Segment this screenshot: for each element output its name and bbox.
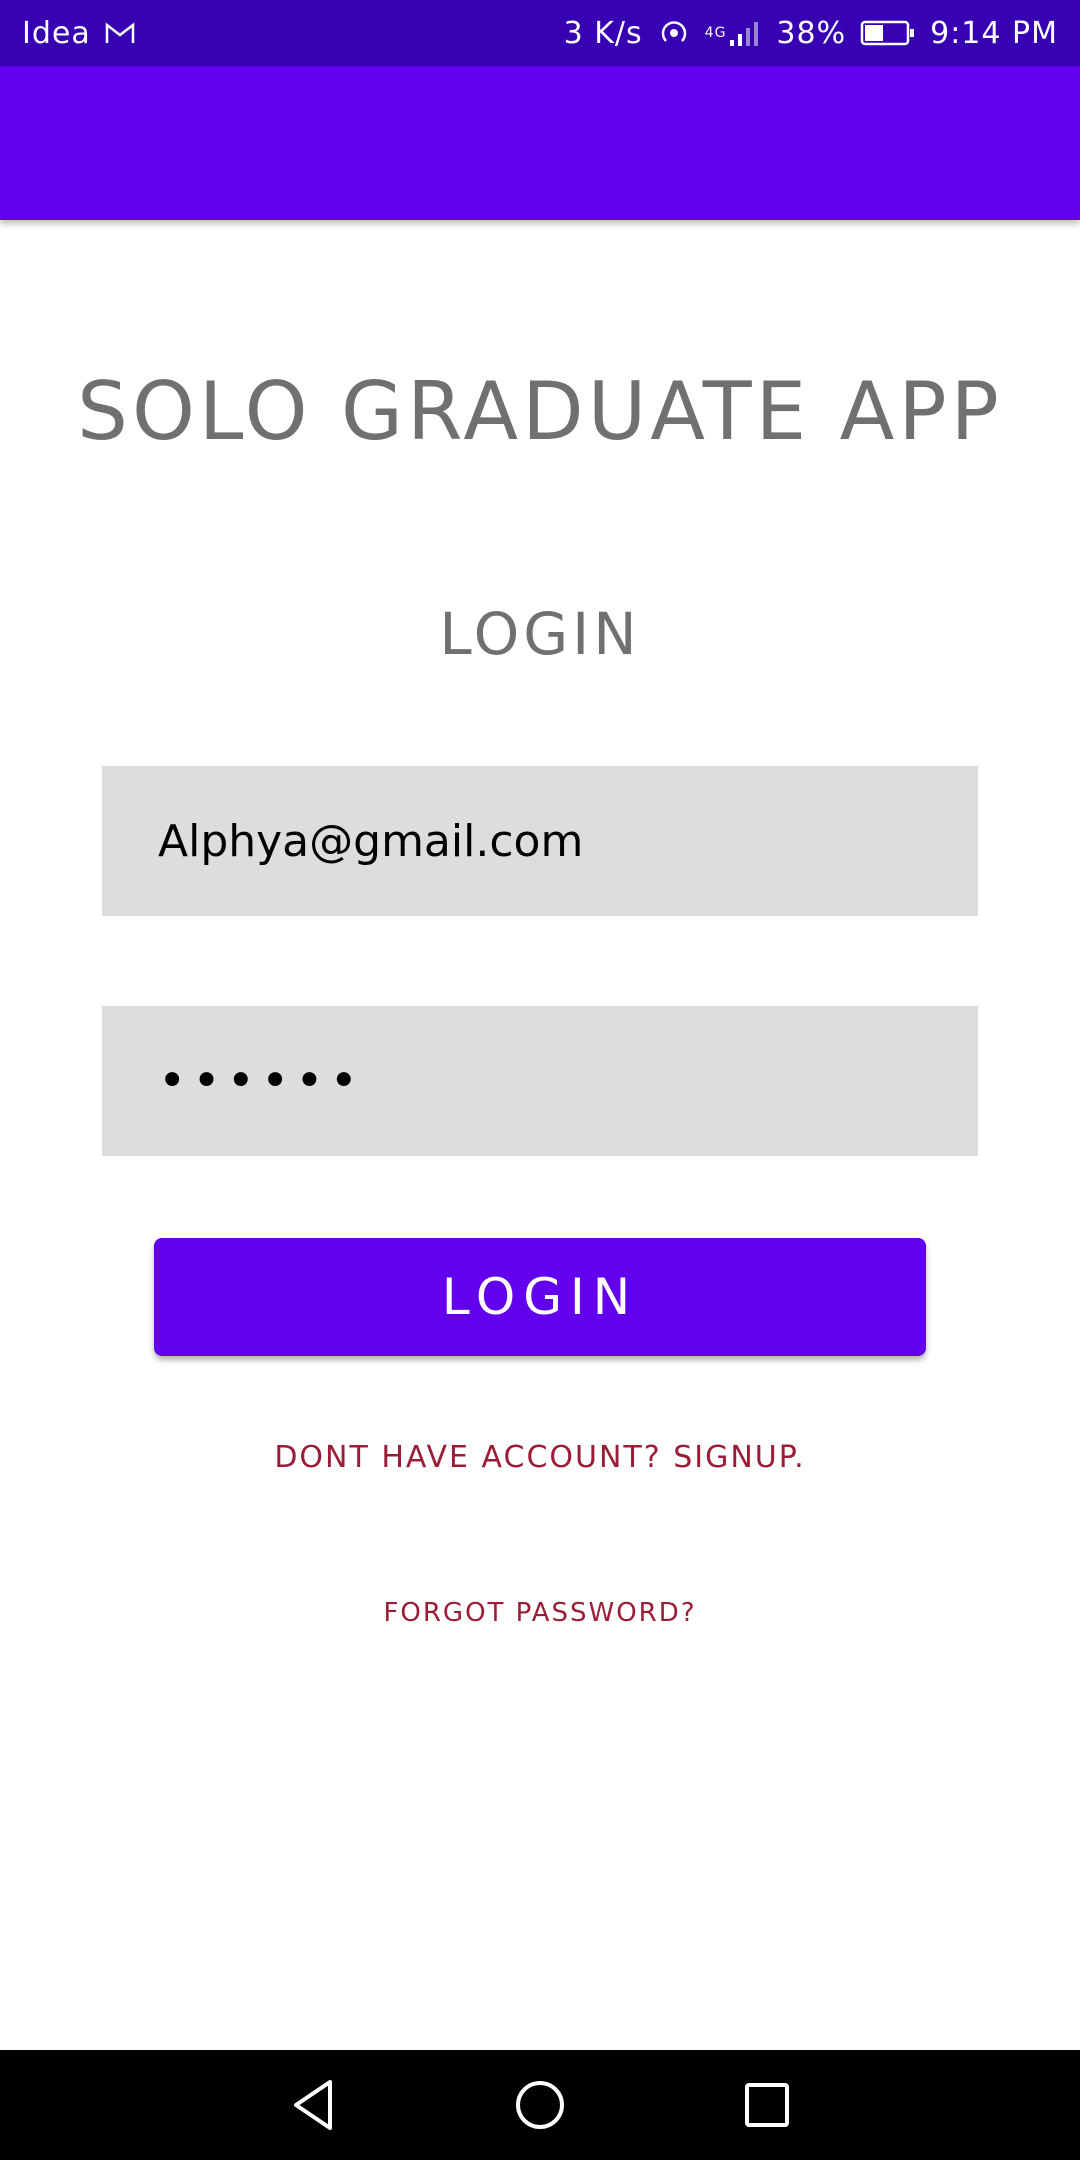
network-type: 4G [704,25,727,41]
password-field[interactable] [102,1006,978,1156]
signal-icon: 4G [705,18,763,48]
battery-icon [860,19,916,47]
carrier-label: Idea [22,15,91,51]
login-heading: LOGIN [439,600,641,668]
forgot-password-link[interactable]: FORGOT PASSWORD? [0,1598,1080,1628]
app-title: SOLO GRADUATE APP [77,365,1003,458]
clock: 9:14 PM [930,15,1058,51]
back-icon[interactable] [273,2065,353,2145]
email-field[interactable] [102,766,978,916]
recents-icon[interactable] [727,2065,807,2145]
battery-percent: 38% [776,15,847,51]
network-speed: 3 K/s [563,15,643,51]
home-icon[interactable] [500,2065,580,2145]
gmail-icon [105,21,135,45]
app-toolbar [0,66,1080,220]
status-right: 3 K/s 4G 38% 9:14 PM [564,16,1058,51]
hotspot-icon [657,18,691,48]
navigation-bar [0,2050,1080,2160]
signup-link[interactable]: DONT HAVE ACCOUNT? SIGNUP. [0,1440,1080,1475]
login-button[interactable]: LOGIN [154,1238,926,1356]
status-bar: Idea 3 K/s 4G 38% 9:14 PM [0,0,1080,66]
status-left: Idea [22,16,135,51]
